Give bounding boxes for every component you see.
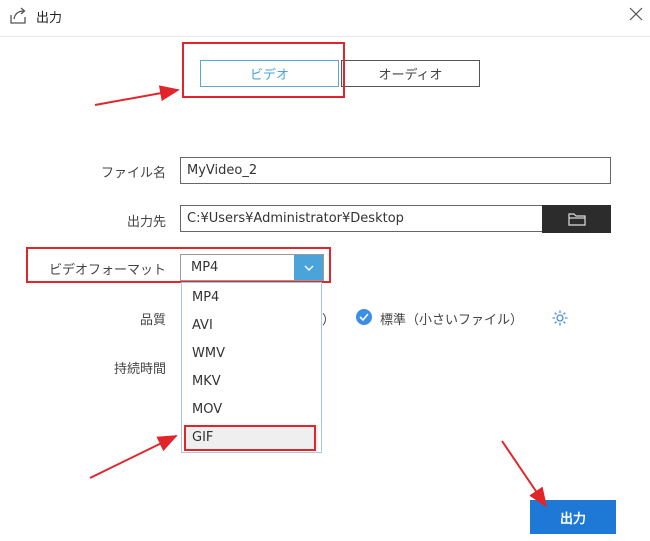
annotation-arrow-gif: [89, 435, 178, 479]
annotation-arrow-tab: [94, 85, 180, 106]
annotation-arrow-export: [501, 440, 548, 508]
annotation-arrows: [89, 85, 548, 508]
